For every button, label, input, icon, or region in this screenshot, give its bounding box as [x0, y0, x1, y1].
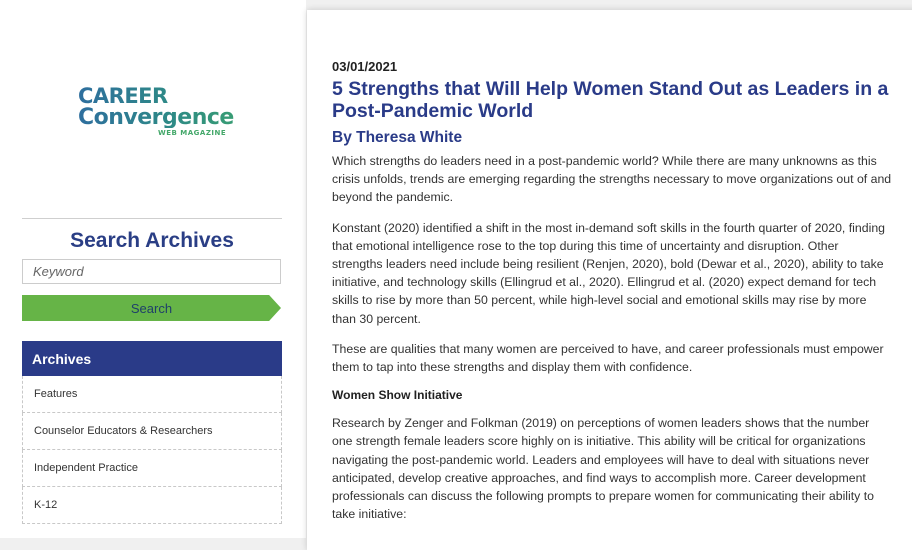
search-archives-title: Search Archives — [70, 229, 234, 252]
article-panel: 03/01/2021 5 Strengths that Will Help Wo… — [307, 10, 912, 550]
search-button[interactable]: Search — [22, 295, 281, 321]
article-paragraph: Konstant (2020) identified a shift in th… — [332, 220, 885, 326]
archives-panel: Archives Features Counselor Educators & … — [22, 341, 282, 524]
article-byline: By Theresa White — [332, 129, 463, 146]
keyword-search-input[interactable] — [22, 259, 281, 284]
career-convergence-logo[interactable]: CAREER Convergence WEB MAGAZINE — [78, 86, 248, 138]
article-date: 03/01/2021 — [332, 59, 398, 74]
archive-item-k12[interactable]: K-12 — [22, 487, 282, 524]
article-title: 5 Strengths that Will Help Women Stand O… — [332, 78, 889, 122]
article-paragraph: Which strengths do leaders need in a pos… — [332, 154, 892, 205]
archive-item-features[interactable]: Features — [22, 376, 282, 413]
archives-header: Archives — [22, 341, 282, 376]
archive-item-independent-practice[interactable]: Independent Practice — [22, 450, 282, 487]
divider — [22, 218, 282, 219]
archive-item-counselor-educators[interactable]: Counselor Educators & Researchers — [22, 413, 282, 450]
sidebar: CAREER Convergence WEB MAGAZINE Search A… — [0, 0, 306, 538]
article-subheading: Women Show Initiative — [332, 388, 463, 403]
article: 03/01/2021 5 Strengths that Will Help Wo… — [332, 59, 892, 535]
article-paragraph: Research by Zenger and Folkman (2019) on… — [332, 416, 875, 522]
logo-subtitle: WEB MAGAZINE — [158, 129, 227, 137]
logo-line2: Convergence — [78, 107, 248, 129]
logo-line1: CAREER — [78, 86, 248, 107]
article-paragraph: These are qualities that many women are … — [332, 341, 884, 375]
